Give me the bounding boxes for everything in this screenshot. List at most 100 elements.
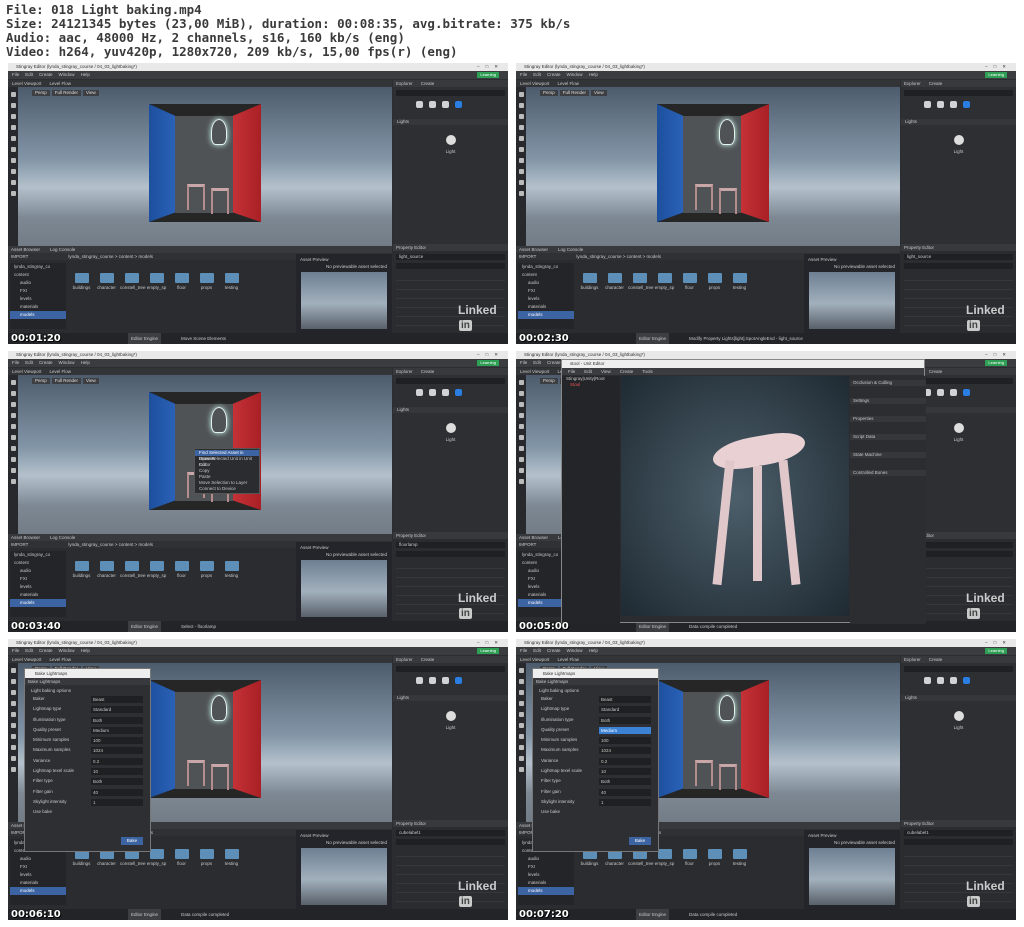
outline-item[interactable]: Stool [562, 382, 620, 388]
tool-icon[interactable] [518, 479, 524, 484]
tool-icon[interactable] [10, 690, 16, 695]
tool-icon[interactable] [518, 125, 524, 130]
lights-icon[interactable] [455, 389, 462, 396]
tool-icon[interactable] [518, 114, 524, 119]
tab-viewport-0[interactable]: Level Viewport [520, 81, 549, 86]
engine-selector[interactable]: Editor Engine [128, 621, 162, 632]
menu-help[interactable]: Help [81, 360, 90, 365]
tool-icon[interactable] [518, 668, 524, 673]
property-row[interactable] [904, 290, 1013, 299]
viewport-btn-1[interactable]: Full Render [559, 90, 590, 96]
objects-icon[interactable] [924, 101, 931, 108]
learning-button[interactable]: Learning [985, 648, 1007, 654]
folder-item[interactable]: constell_tree [120, 561, 146, 578]
tab-asset-0[interactable]: Asset Browser [11, 535, 40, 540]
folder-item[interactable]: testing [220, 273, 243, 290]
tool-icon[interactable] [10, 756, 16, 761]
tab-viewport-1[interactable]: Level Flow [557, 657, 579, 662]
tab-explorer-0[interactable]: Explorer [904, 657, 921, 662]
bake-option-value[interactable]: Medium [599, 726, 651, 734]
tree-item[interactable]: materials [10, 591, 66, 599]
tree-item[interactable]: levels [518, 295, 574, 303]
helpers-icon[interactable] [937, 389, 944, 396]
tool-icon[interactable] [518, 147, 524, 152]
bake-option-value[interactable]: Standard [91, 706, 143, 714]
tab-asset-1[interactable]: Log Console [50, 247, 75, 252]
tool-icon[interactable] [518, 435, 524, 440]
tab-explorer-0[interactable]: Explorer [396, 81, 413, 86]
viewport-btn-1[interactable]: Full Render [51, 90, 82, 96]
tab-asset-0[interactable]: Asset Browser [11, 247, 40, 252]
tool-icon[interactable] [10, 125, 16, 130]
light-bulb-icon[interactable] [445, 711, 456, 721]
menu-edit[interactable]: Edit [533, 648, 541, 653]
property-row[interactable] [904, 281, 1013, 290]
light-bulb-icon[interactable] [445, 135, 456, 145]
viewport-btn-1[interactable]: Full Render [51, 378, 82, 384]
tree-item[interactable]: FXI [10, 863, 66, 871]
camera-icon[interactable] [950, 389, 957, 396]
tab-viewport-1[interactable]: Level Flow [49, 81, 71, 86]
bake-option-value[interactable]: 1024 [91, 747, 143, 755]
tab-asset-1[interactable]: Log Console [50, 535, 75, 540]
tool-icon[interactable] [10, 679, 16, 684]
tree-item[interactable]: models [518, 311, 574, 319]
folder-item[interactable]: testing [220, 561, 243, 578]
bake-option-value[interactable]: 40 [91, 788, 143, 796]
bake-button[interactable]: Bake [629, 837, 651, 845]
unit-menu-item[interactable]: Edit [584, 369, 592, 374]
tree-item[interactable]: FXI [518, 287, 574, 295]
tool-icon[interactable] [518, 92, 524, 97]
bake-option-value[interactable]: Both [599, 778, 651, 786]
folder-item[interactable]: floor [170, 849, 193, 866]
folder-item[interactable]: buildings [70, 561, 93, 578]
window-controls[interactable]: –□✕ [985, 639, 1012, 647]
tool-icon[interactable] [518, 446, 524, 451]
tool-icon[interactable] [10, 446, 16, 451]
tool-icon[interactable] [10, 712, 16, 717]
folder-item[interactable]: floor [170, 561, 193, 578]
bake-button[interactable]: Bake [121, 837, 143, 845]
property-row[interactable] [904, 272, 1013, 281]
import-button[interactable]: IMPORT [11, 542, 28, 547]
bake-option-value[interactable]: Beast [599, 696, 651, 703]
bake-option-value[interactable]: Both [599, 716, 651, 724]
tree-item[interactable]: content [10, 559, 66, 567]
lights-icon[interactable] [963, 389, 970, 396]
helpers-icon[interactable] [429, 677, 436, 684]
menu-create[interactable]: Create [39, 72, 53, 77]
tool-icon[interactable] [10, 380, 16, 385]
folder-item[interactable]: constell_tree [628, 273, 654, 290]
menu-create[interactable]: Create [547, 360, 561, 365]
bake-option-value[interactable]: 0.2 [599, 757, 651, 765]
tool-icon[interactable] [518, 734, 524, 739]
helpers-icon[interactable] [429, 389, 436, 396]
tree-item[interactable]: models [10, 599, 66, 607]
property-row[interactable] [904, 857, 1013, 866]
tree-item[interactable]: models [10, 311, 66, 319]
tab-asset-0[interactable]: Asset Browser [519, 247, 548, 252]
viewport-btn-2[interactable]: View [83, 378, 99, 384]
tree-item[interactable]: models [10, 887, 66, 895]
unit-menu-item[interactable]: Create [620, 369, 634, 374]
camera-icon[interactable] [442, 101, 449, 108]
property-row[interactable] [396, 560, 505, 569]
unit-prop-section[interactable]: State Machine [850, 452, 926, 458]
folder-item[interactable]: props [195, 561, 218, 578]
menu-edit[interactable]: Edit [533, 72, 541, 77]
tab-explorer-0[interactable]: Explorer [396, 657, 413, 662]
menu-window[interactable]: Window [567, 72, 583, 77]
tree-item[interactable]: lynda_stingray_co [10, 263, 66, 271]
lights-icon[interactable] [455, 101, 462, 108]
menu-help[interactable]: Help [589, 648, 598, 653]
engine-selector[interactable]: Editor Engine [128, 909, 162, 920]
lights-icon[interactable] [963, 677, 970, 684]
window-controls[interactable]: –□✕ [985, 351, 1012, 359]
tool-icon[interactable] [10, 191, 16, 196]
tab-viewport-0[interactable]: Level Viewport [12, 81, 41, 86]
light-bulb-icon[interactable] [953, 711, 964, 721]
tool-icon[interactable] [10, 136, 16, 141]
property-search[interactable] [396, 263, 505, 269]
bake-option-value[interactable]: 1024 [599, 747, 651, 755]
search-input[interactable] [904, 90, 1013, 96]
